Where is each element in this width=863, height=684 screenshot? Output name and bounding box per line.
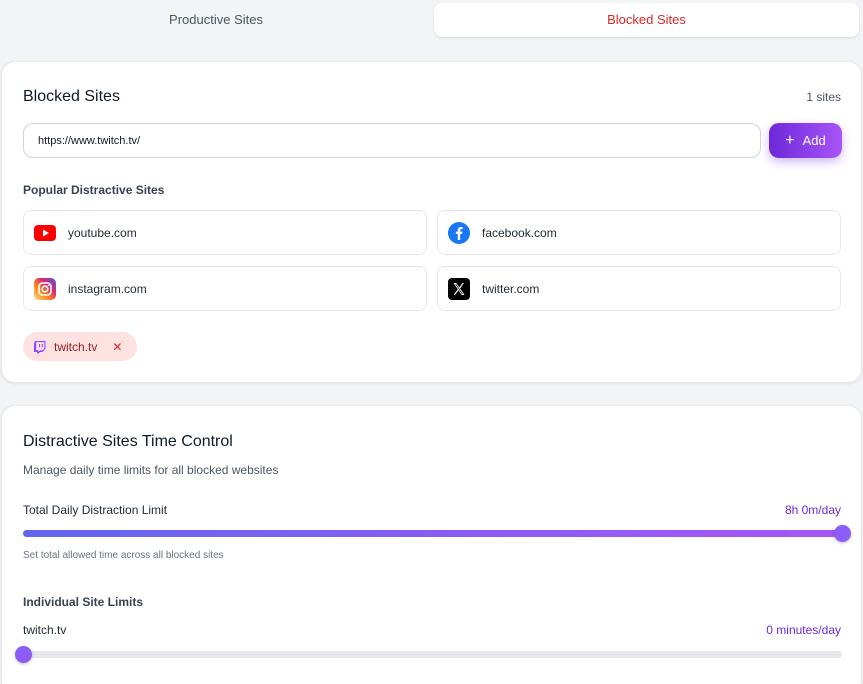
youtube-icon — [34, 222, 56, 244]
instagram-icon — [34, 277, 56, 300]
site-limit-value: 0 minutes/day — [766, 623, 841, 637]
blocked-sites-title: Blocked Sites — [23, 88, 120, 105]
popular-site-twitter[interactable]: twitter.com — [437, 266, 841, 311]
site-count: 1 sites — [806, 90, 841, 104]
site-limit-name: twitch.tv — [23, 623, 67, 637]
total-limit-hint: Set total allowed time across all blocke… — [23, 550, 224, 561]
popular-site-name: twitter.com — [482, 281, 540, 296]
total-limit-slider-thumb[interactable] — [834, 525, 851, 542]
total-limit-slider[interactable] — [23, 525, 851, 542]
time-control-title: Distractive Sites Time Control — [23, 433, 233, 450]
twitch-icon — [33, 340, 47, 354]
blocked-site-chip-label: twitch.tv — [54, 339, 98, 354]
tab-bar: Productive Sites Blocked Sites — [0, 0, 863, 39]
site-limit-slider[interactable] — [15, 646, 842, 663]
add-button[interactable]: + Add — [769, 123, 842, 158]
x-twitter-icon — [448, 277, 470, 300]
individual-limits-label: Individual Site Limits — [23, 595, 144, 609]
blocked-sites-card: Blocked Sites 1 sites + Add Popular Dist… — [1, 61, 862, 383]
url-input[interactable] — [23, 123, 761, 158]
popular-sites-label: Popular Distractive Sites — [23, 183, 165, 197]
add-button-label: Add — [802, 133, 826, 148]
popular-site-name: instagram.com — [68, 281, 147, 296]
total-limit-label: Total Daily Distraction Limit — [23, 503, 168, 517]
blocked-site-chip: twitch.tv ✕ — [23, 332, 137, 361]
popular-site-youtube[interactable]: youtube.com — [23, 210, 427, 255]
time-control-description: Manage daily time limits for all blocked… — [23, 463, 279, 477]
tab-productive-sites[interactable]: Productive Sites — [2, 3, 430, 37]
tab-blocked-sites[interactable]: Blocked Sites — [434, 3, 859, 37]
total-limit-value: 8h 0m/day — [784, 503, 841, 517]
popular-site-name: facebook.com — [482, 225, 557, 240]
time-control-card: Distractive Sites Time Control Manage da… — [1, 405, 862, 684]
site-limit-slider-thumb[interactable] — [15, 646, 32, 663]
popular-site-name: youtube.com — [68, 225, 137, 240]
facebook-icon — [448, 221, 470, 244]
plus-icon: + — [785, 131, 795, 149]
remove-chip-icon[interactable]: ✕ — [112, 340, 122, 354]
popular-site-instagram[interactable]: instagram.com — [23, 266, 427, 311]
popular-site-facebook[interactable]: facebook.com — [437, 210, 841, 255]
total-limit-slider-fill — [23, 530, 842, 537]
